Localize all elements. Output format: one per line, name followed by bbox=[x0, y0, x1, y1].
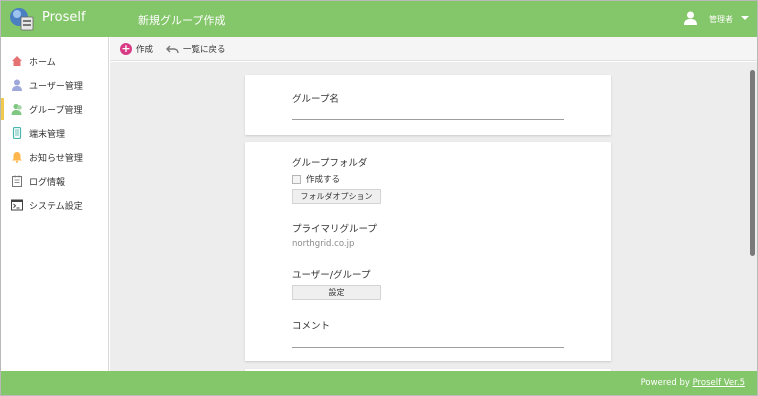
group-icon bbox=[11, 103, 22, 115]
sidebar: ホーム ユーザー管理 グループ管理 端末管理 お知らせ管理 ログ情報 システム設… bbox=[1, 37, 109, 371]
home-icon bbox=[12, 56, 22, 66]
sidebar-item-devices[interactable]: 端末管理 bbox=[1, 122, 108, 144]
undo-arrow-icon bbox=[166, 45, 179, 54]
plus-circle-icon: + bbox=[120, 42, 132, 55]
user-icon bbox=[12, 79, 22, 91]
group-name-card: グループ名 bbox=[245, 75, 611, 135]
back-to-list-button[interactable]: 一覧に戻る bbox=[166, 41, 226, 57]
sidebar-item-label: お知らせ管理 bbox=[29, 153, 83, 164]
group-name-label: グループ名 bbox=[292, 94, 339, 105]
toolbar: + 作成 一覧に戻る bbox=[110, 37, 757, 61]
back-to-list-label: 一覧に戻る bbox=[183, 45, 226, 55]
comment-input[interactable] bbox=[292, 334, 564, 348]
main-content: グループ名 グループフォルダ 作成する フォルダオプション プライマリグループ … bbox=[110, 62, 757, 371]
sidebar-item-label: 端末管理 bbox=[29, 129, 66, 140]
header-bar: Proself 新規グループ作成 管理者 bbox=[1, 1, 757, 37]
sidebar-item-logs[interactable]: ログ情報 bbox=[1, 170, 108, 192]
sidebar-item-label: ログ情報 bbox=[29, 177, 66, 188]
page-title: 新規グループ作成 bbox=[138, 14, 226, 27]
user-menu-label[interactable]: 管理者 bbox=[709, 14, 733, 25]
user-group-settings-button[interactable]: 設定 bbox=[292, 285, 381, 300]
primary-group-label: プライマリグループ bbox=[292, 224, 377, 235]
notepad-icon bbox=[12, 175, 22, 187]
app-name: Proself bbox=[42, 10, 86, 25]
folder-option-button[interactable]: フォルダオプション bbox=[292, 189, 381, 204]
footer-bar: Powered by Proself Ver.5 bbox=[1, 371, 757, 395]
group-settings-card: グループフォルダ 作成する フォルダオプション プライマリグループ northg… bbox=[245, 142, 611, 361]
sidebar-item-label: システム設定 bbox=[29, 201, 83, 212]
proself-version-link[interactable]: Proself Ver.5 bbox=[693, 378, 745, 388]
app-window: Proself 新規グループ作成 管理者 ホーム ユーザー管理 グループ管理 端… bbox=[0, 0, 758, 396]
comment-label: コメント bbox=[292, 321, 331, 332]
terminal-icon bbox=[11, 199, 23, 211]
group-name-input[interactable] bbox=[292, 106, 564, 120]
sidebar-item-groups[interactable]: グループ管理 bbox=[1, 98, 108, 120]
primary-group-value: northgrid.co.jp bbox=[292, 239, 355, 249]
chevron-down-icon[interactable] bbox=[741, 16, 749, 20]
group-folder-label: グループフォルダ bbox=[292, 158, 368, 169]
bell-icon bbox=[12, 152, 22, 163]
sidebar-item-system-settings[interactable]: システム設定 bbox=[1, 194, 108, 216]
sidebar-item-label: ユーザー管理 bbox=[29, 81, 83, 92]
sidebar-item-label: グループ管理 bbox=[29, 105, 83, 116]
sidebar-item-home[interactable]: ホーム bbox=[1, 50, 108, 72]
powered-by-text: Powered by bbox=[640, 378, 690, 388]
proself-logo-icon bbox=[10, 8, 34, 31]
sidebar-item-notices[interactable]: お知らせ管理 bbox=[1, 146, 108, 168]
user-icon[interactable] bbox=[684, 11, 697, 25]
scrollbar-thumb[interactable] bbox=[750, 70, 755, 256]
create-button[interactable]: + 作成 bbox=[120, 41, 153, 57]
create-folder-checkbox-row[interactable]: 作成する bbox=[292, 173, 340, 185]
create-folder-checkbox[interactable] bbox=[292, 174, 301, 184]
create-folder-checkbox-label: 作成する bbox=[306, 175, 341, 185]
sidebar-item-users[interactable]: ユーザー管理 bbox=[1, 74, 108, 96]
device-icon bbox=[12, 127, 22, 139]
footer-text: Powered by Proself Ver.5 bbox=[641, 378, 745, 388]
create-button-label: 作成 bbox=[136, 45, 154, 55]
sidebar-item-label: ホーム bbox=[29, 57, 56, 68]
user-group-label: ユーザー/グループ bbox=[292, 270, 371, 281]
